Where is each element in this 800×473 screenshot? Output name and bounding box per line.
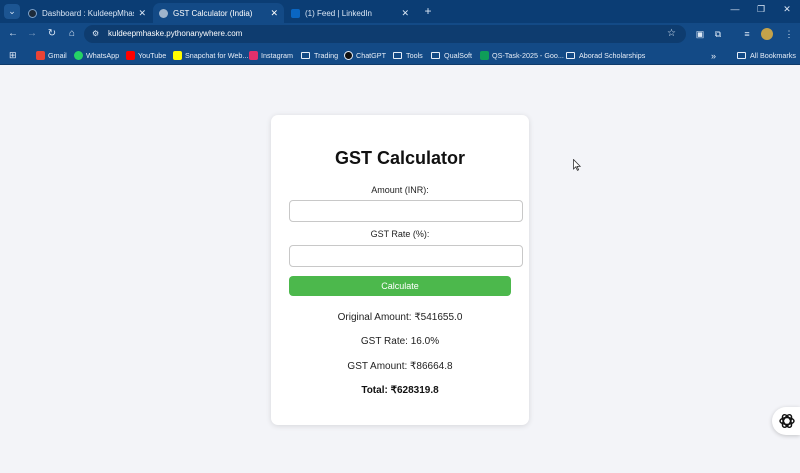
bookmark-label: Snapchat for Web... [185, 51, 249, 60]
total-result: Total: ₹628319.8 [361, 385, 439, 396]
gst-calculator-card: GST Calculator Amount (INR): GST Rate (%… [271, 115, 529, 425]
gst-rate-label: GST Rate (%): [370, 229, 430, 239]
close-icon[interactable]: ✕ [401, 8, 409, 19]
youtube-icon [126, 51, 135, 60]
menu-kebab-icon[interactable]: ⋮ [783, 28, 795, 40]
whatsapp-icon [74, 51, 83, 60]
minimize-button[interactable]: — [728, 4, 742, 14]
profile-avatar[interactable] [761, 28, 773, 40]
new-tab-button[interactable]: + [421, 4, 435, 18]
address-url[interactable]: kuldeepmhaske.pythonanywhere.com [108, 29, 242, 38]
site-info-icon[interactable]: ⚙ [92, 29, 102, 39]
folder-icon [393, 52, 402, 59]
back-arrow-icon[interactable]: ← [6, 27, 20, 41]
bookmark-label: Trading [314, 51, 339, 60]
tab-gst-calculator[interactable]: GST Calculator (India) ✕ [153, 3, 284, 23]
bookmark-label: Gmail [48, 51, 67, 60]
openai-knot-icon [779, 414, 795, 428]
apps-grid-icon[interactable]: ⊞ [9, 50, 19, 60]
window-close-button[interactable]: ✕ [780, 4, 794, 15]
tab-linkedin[interactable]: (1) Feed | LinkedIn ✕ [285, 3, 415, 23]
bookmark-qs-task[interactable]: QS-Task-2025 - Goo... [480, 50, 564, 61]
gmail-icon [36, 51, 45, 60]
bookmark-folder-trading[interactable]: Trading [301, 50, 338, 61]
more-bookmarks-chevron-icon[interactable]: » [711, 50, 716, 61]
pythonanywhere-icon [28, 8, 37, 18]
bookmark-folder-scholarships[interactable]: Aborad Scholarships [566, 50, 645, 61]
extensions-puzzle-icon[interactable]: ⧉ [712, 28, 724, 40]
browser-toolbar: ← → ↻ ⌂ ⚙ kuldeepmhaske.pythonanywhere.c… [0, 23, 800, 45]
bookmark-label: YouTube [138, 51, 167, 60]
close-icon[interactable]: ✕ [270, 8, 278, 19]
gst-amount-result: GST Amount: ₹86664.8 [347, 361, 453, 372]
google-sheets-icon [480, 51, 489, 60]
tab-dashboard[interactable]: Dashboard : KuldeepMhaske : P ✕ [22, 3, 152, 23]
tab-title: (1) Feed | LinkedIn [305, 8, 373, 18]
address-bar[interactable]: ⚙ kuldeepmhaske.pythonanywhere.com ☆ [84, 25, 686, 43]
chatgpt-icon [344, 51, 353, 60]
forward-arrow-icon[interactable]: → [25, 27, 39, 41]
bookmark-youtube[interactable]: YouTube [126, 50, 166, 61]
restore-button[interactable]: ❐ [754, 4, 768, 15]
tab-title: Dashboard : KuldeepMhaske : P [42, 8, 134, 18]
all-bookmarks-button[interactable]: All Bookmarks [737, 50, 796, 61]
media-queue-icon[interactable]: ≡ [741, 28, 753, 40]
folder-icon [431, 52, 440, 59]
bookmark-snapchat[interactable]: Snapchat for Web... [173, 50, 248, 61]
bookmark-folder-tools[interactable]: Tools [393, 50, 423, 61]
bookmark-label: Instagram [261, 51, 293, 60]
tab-title: GST Calculator (India) [173, 8, 253, 18]
reload-icon[interactable]: ↻ [45, 27, 59, 41]
gst-rate-result: GST Rate: 16.0% [360, 336, 440, 347]
bookmark-label: Tools [406, 51, 423, 60]
bookmark-label: WhatsApp [86, 51, 120, 60]
extension-badge-icon[interactable]: ▣ [694, 28, 706, 40]
tab-strip: ⌄ Dashboard : KuldeepMhaske : P ✕ GST Ca… [0, 0, 800, 23]
bookmarks-bar: Gmail WhatsApp YouTube Snapchat for Web.… [0, 45, 800, 65]
amount-label: Amount (INR): [371, 185, 429, 195]
gst-rate-input[interactable] [289, 245, 523, 267]
bookmark-label: All Bookmarks [750, 51, 796, 60]
bookmark-gmail[interactable]: Gmail [36, 50, 67, 61]
bookmark-label: QualSoft [444, 51, 472, 60]
mouse-pointer-icon [573, 159, 581, 171]
globe-icon [159, 8, 168, 18]
page-title: GST Calculator [334, 148, 466, 168]
folder-icon [737, 52, 746, 59]
folder-icon [566, 52, 575, 59]
amount-input[interactable] [289, 200, 523, 222]
bookmark-label: ChatGPT [356, 51, 386, 60]
bookmark-whatsapp[interactable]: WhatsApp [74, 50, 119, 61]
instagram-icon [249, 51, 258, 60]
original-amount-result: Original Amount: ₹541655.0 [337, 312, 463, 323]
bookmark-star-icon[interactable]: ☆ [667, 28, 676, 39]
home-icon[interactable]: ⌂ [65, 27, 79, 41]
bookmark-instagram[interactable]: Instagram [249, 50, 293, 61]
linkedin-icon [291, 8, 300, 18]
calculate-button[interactable]: Calculate [289, 276, 511, 296]
bookmark-chatgpt[interactable]: ChatGPT [344, 50, 386, 61]
bookmark-label: Aborad Scholarships [579, 51, 646, 60]
snapchat-icon [173, 51, 182, 60]
bookmark-folder-qualsoft[interactable]: QualSoft [431, 50, 472, 61]
close-icon[interactable]: ✕ [138, 8, 146, 19]
assistant-launcher-button[interactable] [772, 407, 800, 435]
bookmark-label: QS-Task-2025 - Goo... [492, 51, 564, 60]
folder-icon [301, 52, 310, 59]
tab-search-chevron-icon[interactable]: ⌄ [4, 4, 20, 19]
